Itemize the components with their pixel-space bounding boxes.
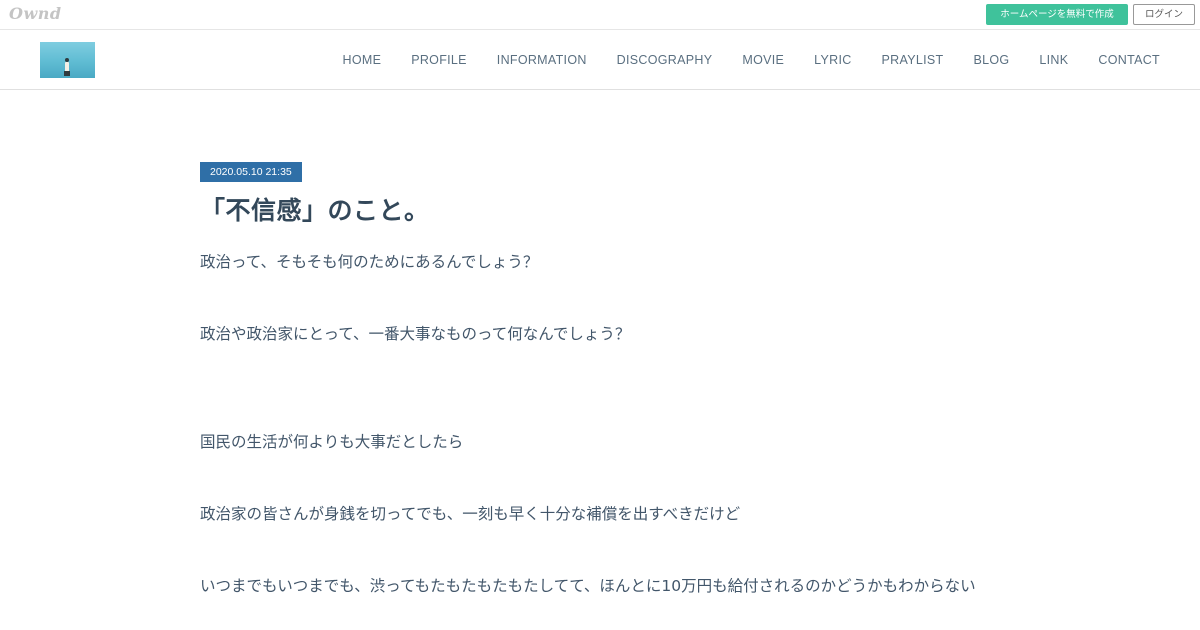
nav-link[interactable]: LINK xyxy=(1039,53,1068,67)
nav-contact[interactable]: CONTACT xyxy=(1098,53,1160,67)
nav-profile[interactable]: PROFILE xyxy=(411,53,467,67)
nav-praylist[interactable]: PRAYLIST xyxy=(882,53,944,67)
post-title: 「不信感」のこと。 xyxy=(200,196,430,225)
post-paragraph: 国民の生活が何よりも大事だとしたら xyxy=(200,433,464,451)
post-paragraph: 政治って、そもそも何のためにあるんでしょう？ xyxy=(200,253,539,271)
ownd-topbar: Ownd ホームページを無料で作成 ログイン xyxy=(0,0,1200,30)
post-paragraph: 政治や政治家にとって、一番大事なものって何なんでしょう？ xyxy=(200,325,631,343)
article-header: 2020.05.10 21:35 「不信感」のこと。 xyxy=(200,160,1000,228)
site-header: HOME PROFILE INFORMATION DISCOGRAPHY MOV… xyxy=(0,30,1200,90)
ownd-logo[interactable]: Ownd xyxy=(9,4,62,24)
post-paragraph: 政治家の皆さんが身銭を切ってでも、一刻も早く十分な補償を出すべきだけど xyxy=(200,505,741,523)
nav-discography[interactable]: DISCOGRAPHY xyxy=(617,53,713,67)
post-date-badge: 2020.05.10 21:35 xyxy=(200,162,302,182)
nav-lyric[interactable]: LYRIC xyxy=(814,53,851,67)
site-logo-image[interactable] xyxy=(40,42,95,78)
main-nav: HOME PROFILE INFORMATION DISCOGRAPHY MOV… xyxy=(343,30,1175,90)
create-homepage-button[interactable]: ホームページを無料で作成 xyxy=(986,4,1128,25)
nav-information[interactable]: INFORMATION xyxy=(497,53,587,67)
nav-movie[interactable]: MOVIE xyxy=(742,53,784,67)
nav-home[interactable]: HOME xyxy=(343,53,382,67)
nav-blog[interactable]: BLOG xyxy=(973,53,1009,67)
login-button[interactable]: ログイン xyxy=(1133,4,1195,25)
post-paragraph: いつまでもいつまでも、渋ってもたもたもたもたしてて、ほんとに10万円も給付される… xyxy=(200,577,976,595)
